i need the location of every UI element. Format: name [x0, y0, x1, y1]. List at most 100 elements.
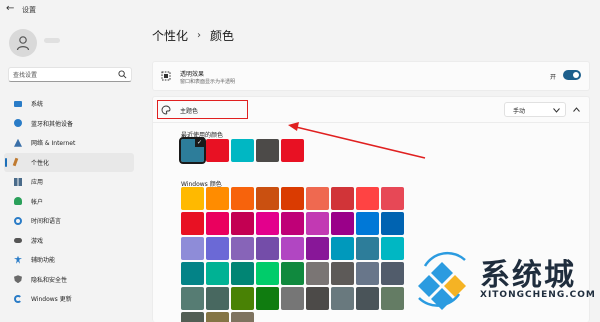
color-swatch[interactable]	[381, 262, 404, 285]
chevron-up-icon[interactable]	[573, 107, 580, 112]
sidebar-item-label: 游戏	[31, 237, 44, 245]
sidebar-item-windows-update[interactable]: Windows 更新	[4, 289, 134, 309]
color-swatch[interactable]	[331, 287, 354, 310]
color-swatch[interactable]	[306, 212, 329, 235]
color-swatch[interactable]	[206, 139, 229, 162]
monitor-icon	[14, 100, 22, 107]
toggle-knob	[573, 72, 579, 78]
avatar[interactable]	[9, 29, 37, 57]
shield-icon	[14, 275, 22, 284]
color-swatch[interactable]	[231, 187, 254, 210]
sidebar-item-bluetooth[interactable]: 蓝牙和其他设备	[4, 114, 134, 134]
transparency-setting-card: 透明效果 窗口和表面显示为半透明 开	[152, 61, 590, 91]
sidebar-item-label: 应用	[31, 179, 44, 187]
sidebar-item-privacy[interactable]: 隐私和安全性	[4, 270, 134, 290]
user-icon	[16, 36, 30, 51]
search-input[interactable]	[13, 70, 113, 80]
color-swatch[interactable]	[381, 287, 404, 310]
account-icon	[14, 197, 22, 206]
color-swatch[interactable]	[381, 187, 404, 210]
bluetooth-icon	[14, 119, 22, 128]
sidebar-item-time-language[interactable]: 时间和语言	[4, 211, 134, 231]
color-swatch[interactable]	[306, 262, 329, 285]
gamepad-icon	[14, 237, 22, 243]
checkmark-icon: ✓	[195, 139, 204, 147]
color-swatch[interactable]	[256, 287, 279, 310]
annotation-highlight-box	[157, 100, 248, 119]
color-swatch[interactable]	[231, 312, 254, 322]
transparency-description: 窗口和表面显示为半透明	[180, 79, 236, 85]
color-swatch[interactable]	[231, 262, 254, 285]
transparency-icon	[161, 71, 171, 81]
color-swatch[interactable]	[256, 237, 279, 260]
color-swatch[interactable]	[331, 187, 354, 210]
color-swatch[interactable]	[306, 287, 329, 310]
color-swatch[interactable]	[206, 187, 229, 210]
back-arrow-icon[interactable]: ←	[6, 3, 14, 14]
color-swatch[interactable]	[356, 287, 379, 310]
sidebar-item-label: 蓝牙和其他设备	[31, 120, 74, 128]
watermark-logo: 系统城 XITONGCHENG.COM	[405, 236, 600, 322]
color-swatch[interactable]	[281, 212, 304, 235]
color-swatch[interactable]	[381, 212, 404, 235]
sidebar-item-accounts[interactable]: 帐户	[4, 192, 134, 212]
color-swatch[interactable]	[281, 237, 304, 260]
color-swatch[interactable]	[281, 287, 304, 310]
globe-clock-icon	[14, 216, 22, 225]
color-swatch[interactable]	[206, 262, 229, 285]
color-swatch[interactable]	[256, 139, 279, 162]
color-swatch[interactable]	[206, 287, 229, 310]
toggle-state-label: 开	[550, 74, 557, 81]
color-swatch[interactable]	[231, 212, 254, 235]
color-swatch[interactable]	[181, 212, 204, 235]
color-swatch[interactable]: ✓	[179, 137, 206, 164]
color-swatch[interactable]	[181, 237, 204, 260]
username-placeholder	[44, 38, 60, 43]
color-swatch[interactable]	[381, 237, 404, 260]
color-swatch[interactable]	[331, 237, 354, 260]
sidebar-item-network[interactable]: 网络 & Internet	[4, 133, 134, 153]
color-swatch[interactable]	[231, 237, 254, 260]
color-swatch[interactable]	[181, 312, 204, 322]
color-swatch[interactable]	[356, 262, 379, 285]
color-swatch[interactable]	[306, 187, 329, 210]
sidebar-item-personalization[interactable]: 个性化	[4, 152, 134, 172]
color-swatch[interactable]	[281, 187, 304, 210]
color-swatch[interactable]	[356, 187, 379, 210]
color-swatch[interactable]	[231, 287, 254, 310]
color-swatch[interactable]	[306, 237, 329, 260]
color-swatch[interactable]	[206, 237, 229, 260]
breadcrumb-parent[interactable]: 个性化	[152, 27, 188, 44]
color-swatch[interactable]	[181, 187, 204, 210]
search-icon[interactable]	[118, 70, 127, 79]
sidebar-item-system[interactable]: 系统	[4, 94, 134, 114]
sidebar-item-label: 辅助功能	[31, 257, 56, 265]
accessibility-icon	[14, 255, 22, 264]
color-swatch[interactable]	[356, 237, 379, 260]
transparency-title: 透明效果	[180, 71, 205, 78]
color-swatch[interactable]	[231, 139, 254, 162]
color-swatch[interactable]	[256, 187, 279, 210]
sidebar-item-apps[interactable]: 应用	[4, 172, 134, 192]
color-swatch[interactable]	[206, 312, 229, 322]
color-swatch[interactable]	[256, 262, 279, 285]
color-swatch[interactable]	[256, 212, 279, 235]
sidebar-item-label: 系统	[31, 101, 44, 109]
color-swatch[interactable]	[356, 212, 379, 235]
color-swatch[interactable]	[206, 212, 229, 235]
sidebar-item-label: 个性化	[31, 159, 50, 167]
brush-icon	[12, 157, 19, 167]
color-swatch[interactable]	[181, 287, 204, 310]
color-swatch[interactable]	[181, 262, 204, 285]
color-swatch[interactable]	[281, 262, 304, 285]
apps-icon	[14, 177, 22, 186]
sidebar-item-gaming[interactable]: 游戏	[4, 231, 134, 251]
sidebar-item-accessibility[interactable]: 辅助功能	[4, 250, 134, 270]
search-box	[8, 67, 132, 82]
theme-color-mode-dropdown[interactable]: 手动	[504, 102, 566, 117]
transparency-toggle[interactable]	[563, 70, 581, 80]
dropdown-value: 手动	[513, 108, 526, 115]
color-swatch[interactable]	[331, 212, 354, 235]
color-swatch[interactable]	[281, 139, 304, 162]
color-swatch[interactable]	[331, 262, 354, 285]
